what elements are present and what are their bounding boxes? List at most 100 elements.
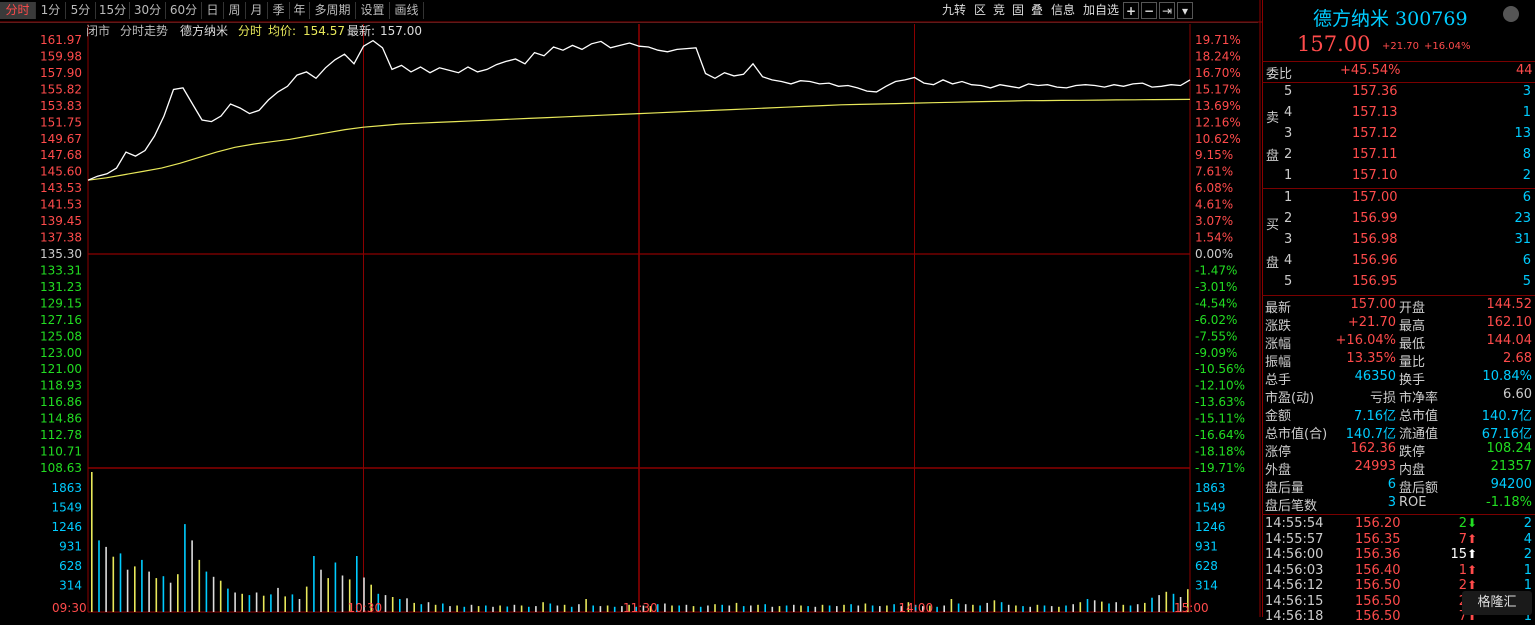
- buy-row[interactable]: 1 157.00 6: [1262, 190, 1535, 211]
- time-axis: 09:30 10:30 11:30 14:00 15:00: [52, 601, 1209, 615]
- intraday-chart[interactable]: 161.97 159.98 157.90 155.82 153.83 151.75 149.…: [0, 0, 1262, 617]
- volume-bar: [979, 605, 981, 612]
- percent-tick-label: -1.47%: [1195, 263, 1237, 277]
- volume-tick-label: 931: [1195, 540, 1218, 554]
- volume-bar: [721, 604, 723, 612]
- latest-price-value: 157.00: [380, 24, 422, 38]
- volume-bar: [177, 574, 179, 612]
- sell-row[interactable]: 3 157.12 13: [1262, 126, 1535, 147]
- price-tick-label: 155.82: [40, 82, 82, 96]
- percent-tick-label: 10.62%: [1195, 132, 1241, 146]
- sell-level: 2: [1284, 147, 1293, 162]
- stat-row: 总手 46350 换手 10.84%: [1262, 369, 1535, 388]
- stat-label: 总市值: [1399, 409, 1439, 424]
- sell-row[interactable]: 5 157.36 3: [1262, 84, 1535, 105]
- price-tick-label: 149.67: [40, 132, 82, 146]
- volume-bar: [1029, 606, 1031, 612]
- volume-bar: [384, 595, 387, 612]
- volume-bar: [191, 540, 193, 612]
- volume-bar: [1043, 605, 1046, 612]
- volume-bar: [112, 556, 115, 612]
- volume-bar: [1086, 599, 1089, 612]
- stat-label: 总手: [1265, 373, 1292, 388]
- price-tick-label: 131.23: [40, 280, 82, 294]
- stat-value: 3: [1387, 495, 1396, 510]
- sell-volume: 1: [1522, 105, 1531, 120]
- percent-tick-label: 6.08%: [1195, 181, 1233, 195]
- chart-grid: [0, 0, 1262, 617]
- volume-bar: [699, 606, 702, 612]
- volume-bar: [184, 524, 186, 612]
- price-tick-label: 153.83: [40, 99, 82, 113]
- volume-bar: [664, 603, 666, 612]
- volume-bar: [255, 592, 258, 612]
- tick-time: 14:56:12: [1265, 578, 1324, 593]
- buy-label-1: 买: [1266, 218, 1280, 233]
- volume-bar: [879, 606, 881, 612]
- current-price: 157.00: [1297, 32, 1371, 56]
- buy-row[interactable]: 4 156.96 6: [1262, 253, 1535, 274]
- market-status: 闭市: [86, 23, 110, 38]
- tick-count: 1: [1523, 562, 1532, 578]
- volume-bar: [1050, 606, 1053, 612]
- volume-tick-label: 1549: [1195, 501, 1226, 515]
- percent-tick-label: 12.16%: [1195, 115, 1241, 129]
- volume-bar: [284, 596, 286, 612]
- volume-bar: [563, 604, 566, 612]
- volume-bar: [499, 605, 501, 612]
- volume-bar: [406, 598, 408, 612]
- stat-value: 140.7亿: [1345, 427, 1396, 442]
- price-tick-label: 133.31: [40, 263, 82, 277]
- volume-bar: [1136, 604, 1139, 612]
- stat-label: 流通值: [1399, 427, 1439, 442]
- volume-bar: [1015, 605, 1017, 612]
- volume-bar: [1079, 602, 1082, 612]
- volume-bar: [227, 588, 229, 612]
- sell-level: 4: [1284, 105, 1293, 120]
- volume-bar: [864, 603, 867, 612]
- buy-level: 2: [1284, 211, 1293, 226]
- price-tick-label: 135.30: [40, 247, 82, 261]
- buy-volume: 6: [1522, 190, 1531, 205]
- price-tick-label: 108.63: [40, 461, 82, 475]
- percent-tick-label: -19.71%: [1195, 461, 1245, 475]
- buy-row[interactable]: 2 156.99 23: [1262, 211, 1535, 232]
- stat-value: +16.04%: [1335, 333, 1396, 348]
- volume-bar: [1108, 603, 1110, 612]
- circle-icon[interactable]: [1503, 6, 1519, 22]
- volume-bar: [506, 606, 509, 612]
- time-tick-label: 11:30: [623, 601, 658, 615]
- volume-bar: [843, 604, 845, 612]
- volume-bar: [513, 604, 516, 612]
- sell-row[interactable]: 2 157.11 8: [1262, 147, 1535, 168]
- volume-bar: [857, 605, 860, 612]
- price-change-pct: +16.04%: [1424, 41, 1471, 52]
- sell-row[interactable]: 4 157.13 1: [1262, 105, 1535, 126]
- sell-row[interactable]: 1 157.10 2: [1262, 168, 1535, 189]
- stat-label: 内盘: [1399, 463, 1426, 478]
- volume-tick-label: 314: [1195, 579, 1218, 593]
- volume-bar: [1151, 597, 1153, 612]
- price-tick-label: 147.68: [40, 148, 82, 162]
- tick-row: 14:56:00 156.36 15 ⬆ 2: [1262, 547, 1535, 563]
- buy-row[interactable]: 3 156.98 31: [1262, 232, 1535, 253]
- mode-label: 分时: [238, 24, 262, 38]
- volume-bar: [420, 604, 423, 612]
- stat-row: 总市值(合) 140.7亿 流通值 67.16亿: [1262, 423, 1535, 442]
- stat-value: 2.68: [1503, 351, 1532, 366]
- tick-volume: 7: [1458, 531, 1467, 547]
- arrow-up-icon: ⬆: [1467, 547, 1478, 561]
- volume-bar: [262, 595, 265, 612]
- stat-value: 10.84%: [1482, 369, 1532, 384]
- volume-bar: [707, 605, 709, 612]
- volume-bar: [828, 605, 831, 612]
- volume-bar: [212, 576, 215, 612]
- buy-row[interactable]: 5 156.95 5: [1262, 274, 1535, 295]
- stat-label: 盘后额: [1399, 481, 1439, 496]
- volume-bar: [1022, 606, 1024, 612]
- watermark-logo: 格隆汇: [1462, 591, 1532, 615]
- sell-volume: 3: [1522, 84, 1531, 99]
- volume-bar: [126, 569, 129, 612]
- volume-bar: [241, 593, 243, 612]
- volume-bar: [986, 602, 988, 612]
